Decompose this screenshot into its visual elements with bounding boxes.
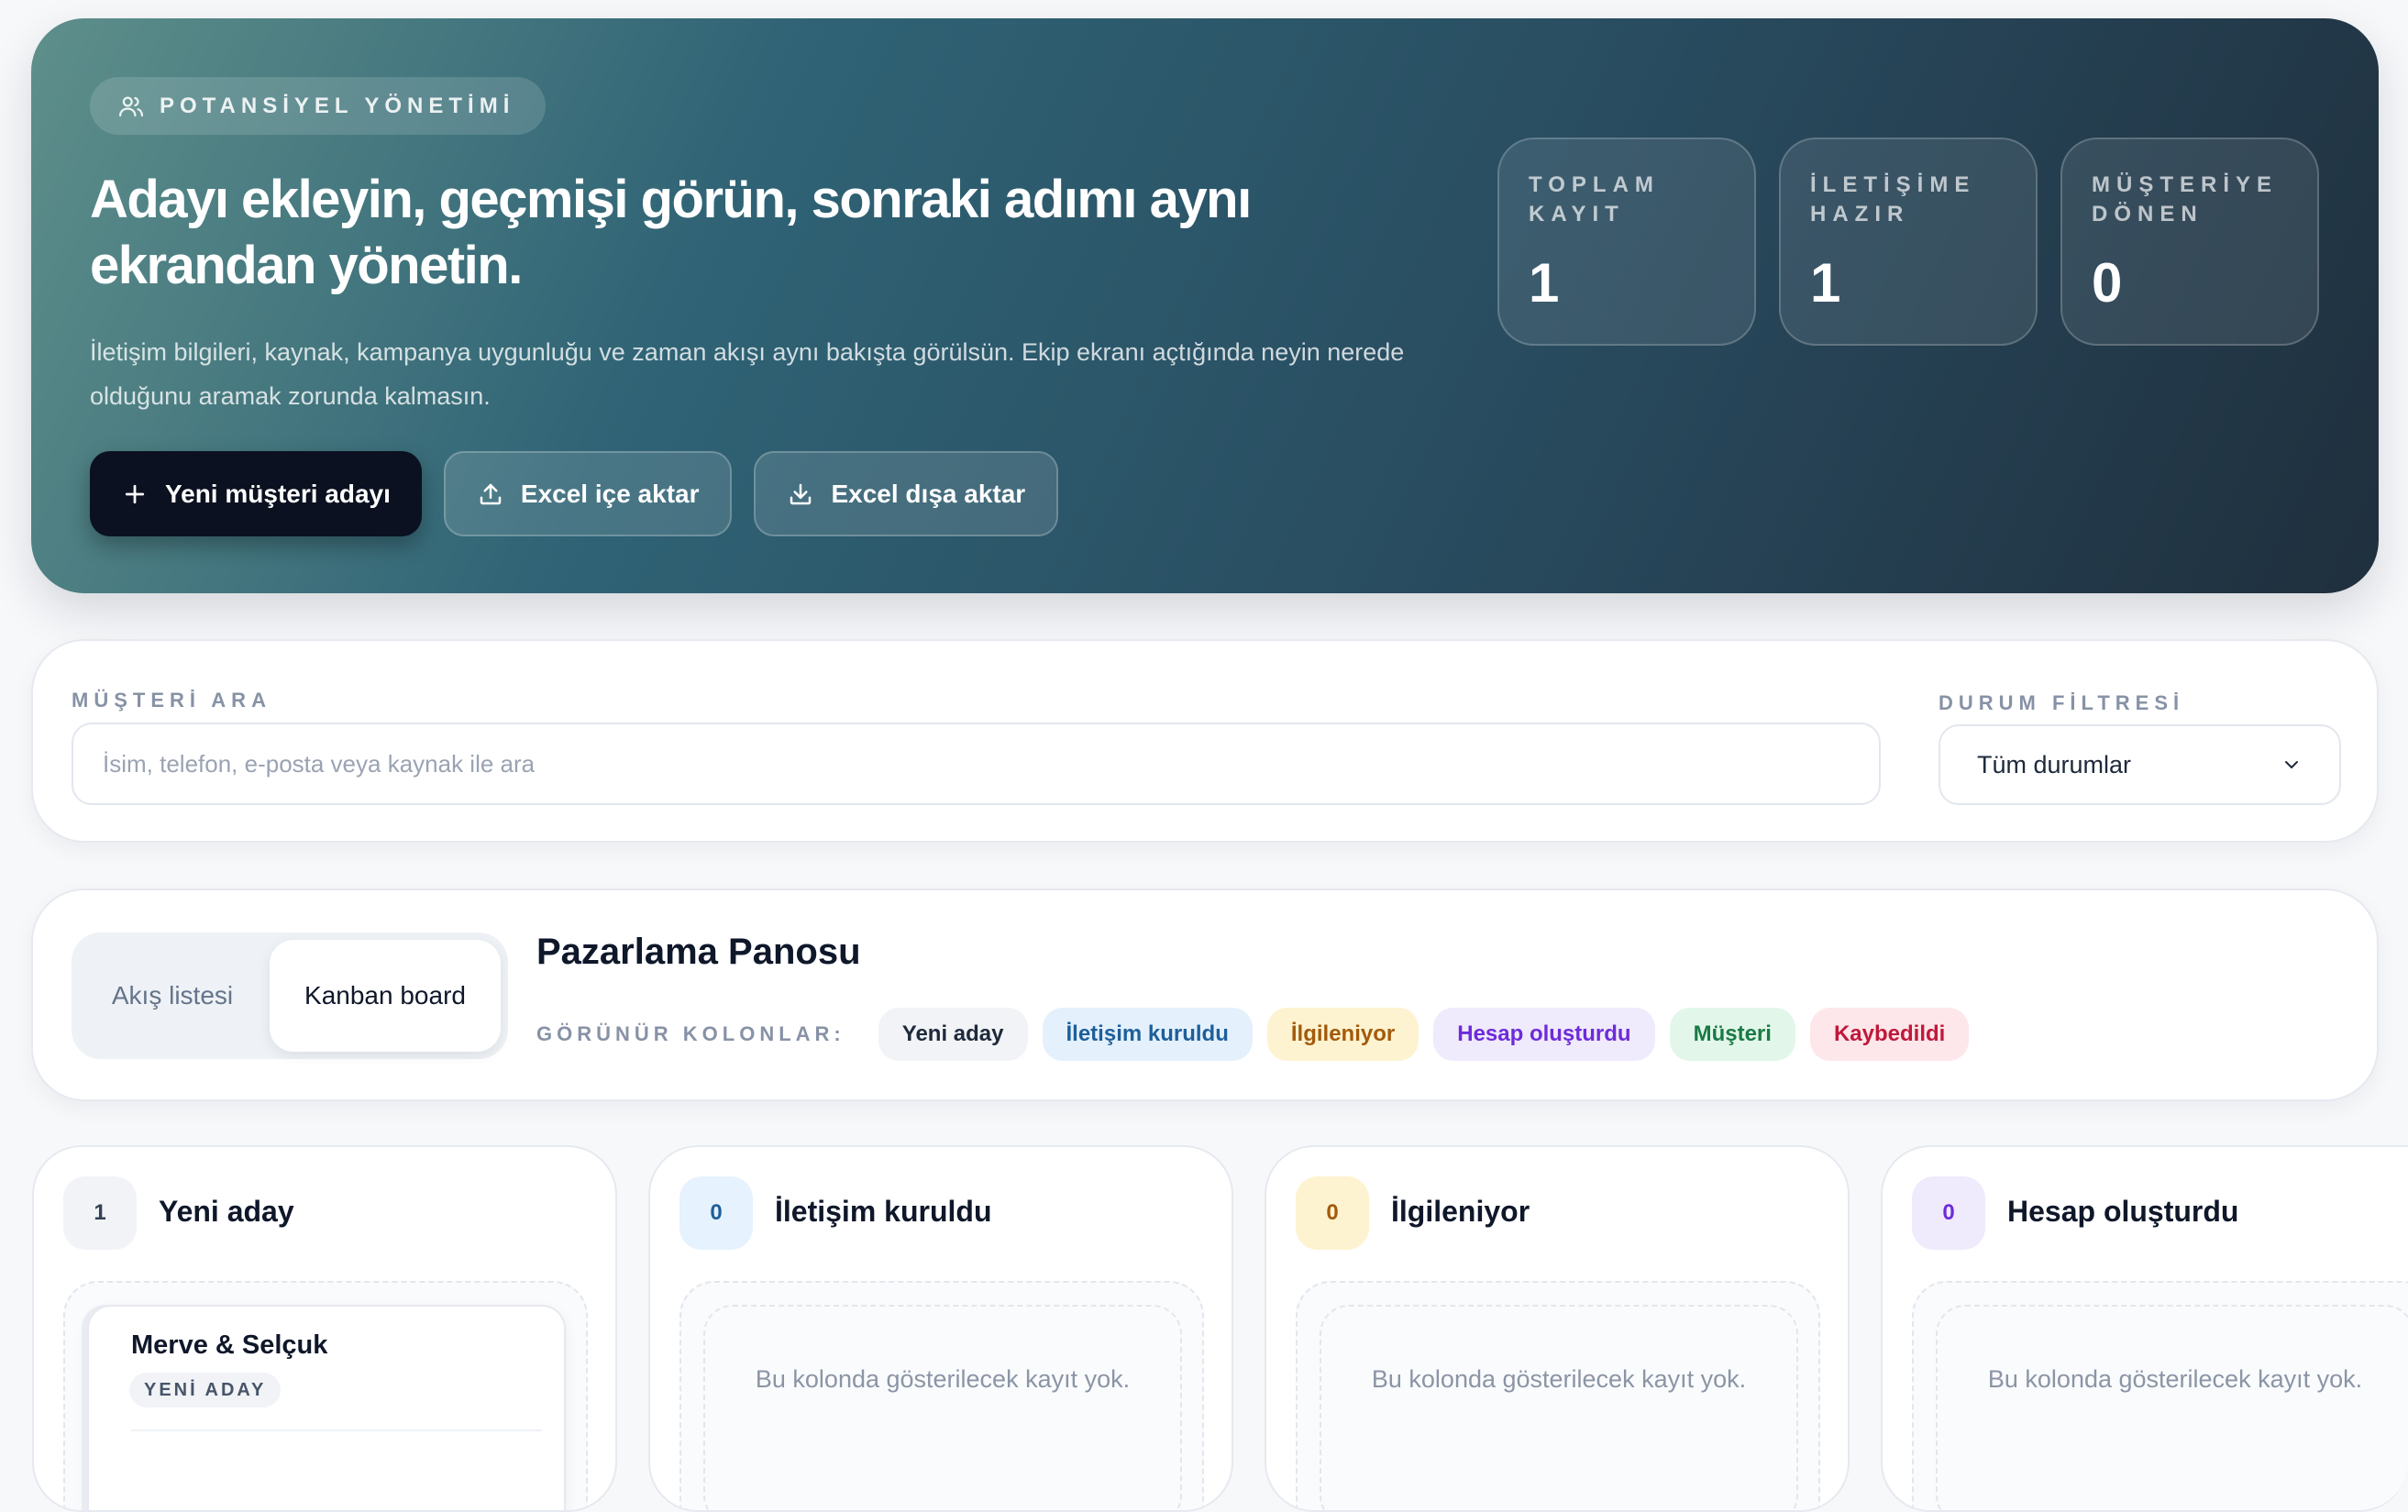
hero-title: Adayı ekleyin, geçmişi görün, sonraki ad… [90,170,1252,295]
import-excel-button[interactable]: Excel içe aktar [443,451,733,536]
view-toggle-kanban[interactable]: Kanban board [270,940,501,1052]
section-badge: POTANSİYEL YÖNETİMİ [90,77,547,135]
export-excel-button[interactable]: Excel dışa aktar [754,451,1059,536]
kanban-column-contacted: 0 İletişim kuruldu Bu kolonda gösterilec… [648,1145,1233,1512]
lead-name: Merve & Selçuk [131,1330,328,1360]
stat-converted-customers: MÜŞTERİYE DÖNEN 0 [2060,138,2319,346]
stat-label: TOPLAM KAYIT [1529,172,1660,226]
column-count: 1 [63,1176,137,1250]
visible-columns: GÖRÜNÜR KOLONLAR: Yeni aday İletişim kur… [536,1008,1970,1061]
stat-total-records: TOPLAM KAYIT 1 [1497,138,1756,346]
column-count: 0 [1296,1176,1369,1250]
column-title: Yeni aday [159,1195,294,1228]
stat-label: MÜŞTERİYE DÖNEN [2092,172,2279,226]
import-excel-button-label: Excel içe aktar [520,479,700,508]
board-panel: Akış listesi Kanban board Pazarlama Pano… [31,888,2379,1101]
column-chip-lost[interactable]: Kaybedildi [1809,1008,1970,1061]
stat-value: 1 [1810,252,1841,314]
status-filter-label: DURUM FİLTRESİ [1939,691,2185,714]
column-chip-contacted[interactable]: İletişim kuruldu [1042,1008,1253,1061]
column-title: İlgileniyor [1391,1195,1530,1228]
download-icon [790,483,812,504]
stat-ready-to-contact: İLETİŞİME HAZIR 1 [1779,138,2038,346]
export-excel-button-label: Excel dışa aktar [831,479,1026,508]
kanban-column-account-created: 0 Hesap oluşturdu Bu kolonda gösterilece… [1881,1145,2408,1512]
search-label: MÜŞTERİ ARA [72,689,271,712]
users-icon [119,96,143,116]
hero-panel: POTANSİYEL YÖNETİMİ Adayı ekleyin, geçmi… [31,18,2379,593]
section-badge-label: POTANSİYEL YÖNETİMİ [160,93,515,118]
lead-card[interactable]: Merve & Selçuk YENİ ADAY [87,1305,566,1510]
empty-column-message: Bu kolonda gösterilecek kayıt yok. [703,1305,1182,1510]
hero-description: İletişim bilgileri, kaynak, kampanya uyg… [90,338,1405,410]
column-dropzone[interactable]: Bu kolonda gösterilecek kayıt yok. [679,1281,1204,1510]
hero-actions: Yeni müşteri adayı Excel içe aktar Excel… [90,451,1059,536]
column-title: İletişim kuruldu [775,1195,992,1228]
kanban-column-interested: 0 İlgileniyor Bu kolonda gösterilecek ka… [1265,1145,1850,1512]
status-filter-value: Tüm durumlar [1977,750,2132,778]
lead-divider [131,1429,542,1431]
plus-icon [125,484,145,503]
view-toggle-list[interactable]: Akış listesi [79,940,266,1052]
search-panel: MÜŞTERİ ARA DURUM FİLTRESİ Tüm durumlar [31,639,2379,843]
view-toggle: Akış listesi Kanban board [72,933,508,1059]
status-filter-select[interactable]: Tüm durumlar [1939,724,2341,805]
column-dropzone[interactable]: Bu kolonda gösterilecek kayıt yok. [1912,1281,2408,1510]
column-dropzone[interactable]: Merve & Selçuk YENİ ADAY [63,1281,588,1510]
lead-status-badge: YENİ ADAY [129,1373,282,1407]
column-chip-customer[interactable]: Müşteri [1669,1008,1795,1061]
stat-label: İLETİŞİME HAZIR [1810,172,1976,226]
column-chip-interested[interactable]: İlgileniyor [1266,1008,1419,1061]
column-count: 0 [1912,1176,1985,1250]
column-dropzone[interactable]: Bu kolonda gösterilecek kayıt yok. [1296,1281,1820,1510]
chevron-down-icon [2285,761,2298,768]
search-input[interactable] [72,723,1881,805]
kanban-column-new: 1 Yeni aday Merve & Selçuk YENİ ADAY [32,1145,617,1512]
stat-value: 1 [1529,252,1560,314]
board-title: Pazarlama Panosu [536,932,861,972]
empty-column-message: Bu kolonda gösterilecek kayıt yok. [1320,1305,1798,1510]
visible-columns-label: GÖRÜNÜR KOLONLAR: [536,1022,845,1045]
new-lead-button[interactable]: Yeni müşteri adayı [90,451,422,536]
empty-column-message: Bu kolonda gösterilecek kayıt yok. [1936,1305,2408,1510]
column-title: Hesap oluşturdu [2007,1195,2239,1228]
new-lead-button-label: Yeni müşteri adayı [165,479,391,508]
column-chip-new[interactable]: Yeni aday [878,1008,1028,1061]
stat-value: 0 [2092,252,2123,314]
column-chip-account-created[interactable]: Hesap oluşturdu [1433,1008,1655,1061]
upload-icon [480,483,502,504]
column-count: 0 [679,1176,753,1250]
